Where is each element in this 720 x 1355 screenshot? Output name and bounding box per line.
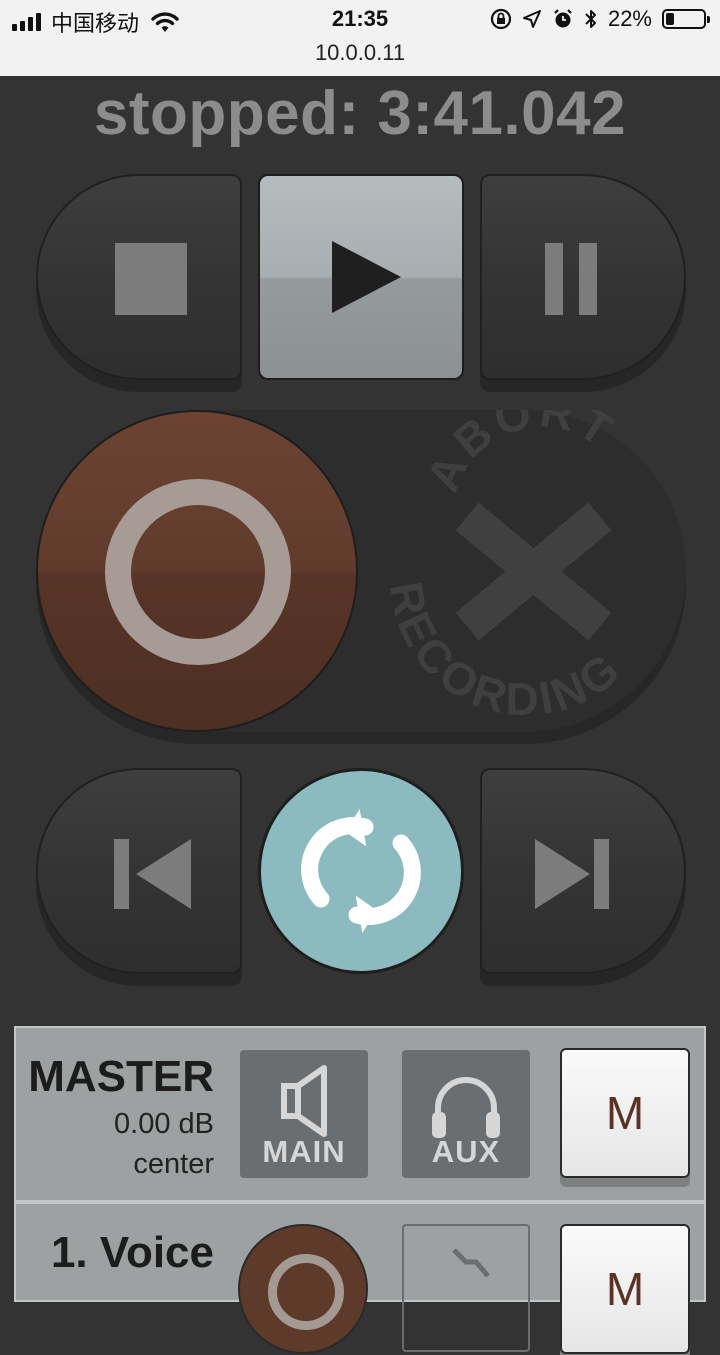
url-label[interactable]: 10.0.0.11 — [0, 40, 720, 66]
monitor-icon — [452, 1248, 490, 1278]
record-arm-button[interactable] — [238, 1224, 368, 1354]
stop-icon — [115, 243, 187, 315]
alarm-icon — [554, 9, 572, 28]
battery-icon — [662, 9, 710, 29]
main-output-button[interactable]: MAIN — [240, 1050, 368, 1178]
abort-x-icon — [455, 502, 612, 641]
location-icon — [522, 10, 541, 28]
pause-button[interactable] — [480, 174, 686, 380]
stop-button[interactable] — [36, 174, 242, 380]
svg-text:ABORT: ABORT — [416, 410, 625, 499]
mixer-strip-voice: 1. Voice M — [14, 1202, 706, 1354]
status-bar: 中国移动 21:35 10.0.0.11 22% — [0, 0, 720, 76]
aux-output-button[interactable]: AUX — [402, 1050, 530, 1178]
strip-name: MASTER — [28, 1052, 214, 1101]
record-icon — [105, 479, 291, 665]
strip-name: 1. Voice — [50, 1228, 214, 1277]
skip-to-start-button[interactable] — [36, 768, 242, 974]
mute-button[interactable]: M — [560, 1224, 690, 1354]
mute-button[interactable]: M — [560, 1048, 690, 1178]
aux-label: AUX — [431, 1134, 501, 1169]
record-button[interactable] — [36, 410, 358, 732]
skip-to-start-icon — [114, 839, 191, 909]
battery-percent: 22% — [607, 6, 652, 31]
play-button[interactable] — [258, 174, 464, 380]
monitor-input-button[interactable] — [402, 1224, 530, 1352]
abort-text: ABORT — [416, 410, 621, 499]
strip-pan: center — [133, 1148, 214, 1180]
skip-to-end-icon — [535, 839, 609, 909]
skip-to-end-button[interactable] — [480, 768, 686, 974]
orientation-lock-icon — [490, 8, 512, 30]
play-icon — [332, 241, 401, 313]
strip-gain: 0.00 dB — [114, 1108, 214, 1140]
bluetooth-icon — [585, 10, 596, 28]
main-label: MAIN — [262, 1134, 346, 1169]
pause-icon — [545, 243, 597, 315]
transport-status: stopped: 3:41.042 — [93, 79, 627, 148]
status-right: 22% — [490, 6, 710, 32]
loop-icon — [301, 808, 421, 934]
loop-button[interactable] — [258, 768, 464, 974]
mixer-strip-master: MASTER 0.00 dB center MAIN AUX M — [14, 1026, 706, 1202]
